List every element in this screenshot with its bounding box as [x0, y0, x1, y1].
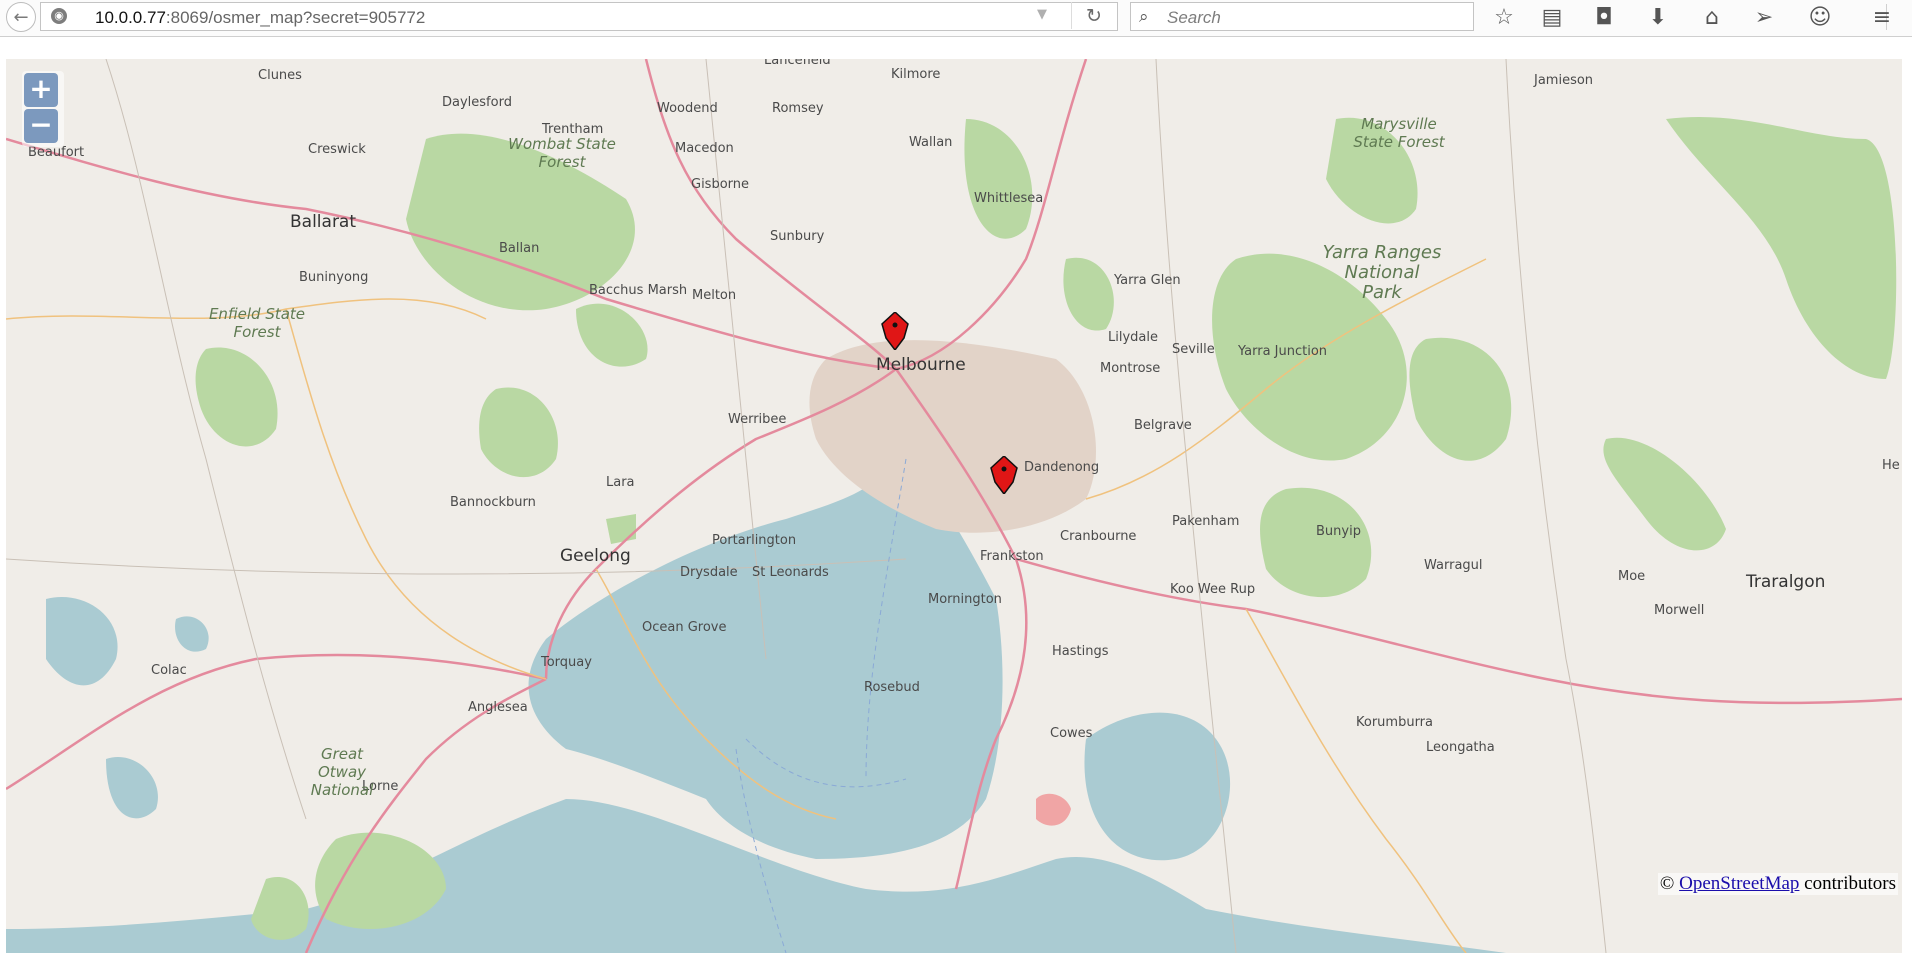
reload-icon[interactable]: ↻: [1071, 2, 1116, 29]
url-bar[interactable]: ◉ 10.0.0.77:8069/osmer_map?secret=905772…: [40, 2, 1118, 31]
town-label: Daylesford: [442, 95, 512, 110]
town-label: Seville: [1172, 342, 1215, 357]
forest-label: Great Otway National: [310, 745, 374, 799]
town-label: Torquay: [541, 655, 592, 670]
town-label: Woodend: [657, 101, 718, 116]
town-label: Ocean Grove: [642, 620, 727, 635]
url-text[interactable]: 10.0.0.77:8069/osmer_map?secret=905772: [95, 8, 425, 28]
search-icon: ⌕: [1139, 7, 1149, 27]
town-label: Cowes: [1050, 726, 1093, 741]
town-label: Warragul: [1424, 558, 1483, 573]
town-label: Gisborne: [691, 177, 750, 192]
water-lakes: [46, 597, 209, 819]
town-label: Morwell: [1654, 603, 1705, 618]
chat-icon[interactable]: ☺: [1802, 2, 1838, 32]
map-attribution: © OpenStreetMap contributors: [1657, 873, 1898, 895]
town-label: Romsey: [772, 101, 824, 116]
search-bar[interactable]: ⌕ Search: [1130, 2, 1474, 31]
home-icon[interactable]: ⌂: [1694, 2, 1730, 32]
town-label: Whittlesea: [974, 191, 1044, 206]
city-label-ballarat: Ballarat: [290, 212, 357, 232]
reading-list-icon[interactable]: ▤: [1534, 2, 1570, 32]
town-label: Cranbourne: [1060, 529, 1137, 544]
browser-toolbar: ← ◉ 10.0.0.77:8069/osmer_map?secret=9057…: [0, 0, 1912, 37]
back-button[interactable]: ←: [6, 2, 36, 32]
town-label: Hastings: [1052, 644, 1109, 659]
town-label: Rosebud: [864, 680, 920, 695]
town-label: Belgrave: [1134, 418, 1192, 433]
forest-label: Marysville State Forest: [1353, 115, 1445, 151]
town-label: Bunyip: [1316, 524, 1361, 539]
phillip-island-dot: [1036, 793, 1071, 826]
forest-label: Wombat State Forest: [508, 135, 616, 171]
forest-label: Enfield State Forest: [208, 305, 306, 341]
town-label: Bacchus Marsh: [589, 283, 688, 298]
location-marker[interactable]: [880, 312, 910, 350]
zoom-in-button[interactable]: +: [24, 73, 58, 107]
park-label: Yarra Ranges National Park: [1322, 242, 1442, 303]
town-label: Pakenham: [1172, 514, 1240, 529]
zoom-control: + −: [22, 71, 64, 147]
water-westernport: [1084, 712, 1231, 861]
town-label: Lancefield: [764, 59, 831, 68]
attribution-suffix: contributors: [1804, 873, 1896, 894]
city-label-traralgon: Traralgon: [1746, 572, 1826, 592]
town-label: Moe: [1618, 569, 1646, 584]
zoom-out-button[interactable]: −: [24, 109, 58, 143]
town-label: Yarra Junction: [1238, 344, 1328, 359]
town-label: St Leonards: [752, 565, 829, 580]
town-label: Korumburra: [1356, 715, 1433, 730]
town-label: Werribee: [728, 412, 787, 427]
town-label: Yarra Glen: [1114, 273, 1181, 288]
town-label: Lara: [606, 475, 635, 490]
map[interactable]: Lancefield Kilmore Jamieson Clunes Dayle…: [6, 59, 1902, 953]
town-label: Creswick: [308, 142, 366, 157]
url-host: 10.0.0.77: [95, 8, 166, 27]
town-label: Drysdale: [680, 565, 738, 580]
town-label: Macedon: [675, 141, 734, 156]
town-label: Buninyong: [299, 270, 369, 285]
downloads-icon[interactable]: ⬇: [1640, 2, 1676, 32]
site-info-icon[interactable]: ◉: [51, 8, 67, 24]
location-marker[interactable]: [989, 456, 1019, 494]
town-label: Ballan: [499, 241, 540, 256]
town-label: Bannockburn: [450, 495, 536, 510]
town-label: He: [1882, 458, 1900, 473]
town-label: Kilmore: [891, 67, 941, 82]
city-label-melbourne: Melbourne: [876, 355, 966, 375]
bookmark-star-icon[interactable]: ☆: [1486, 2, 1522, 32]
town-label: Jamieson: [1534, 73, 1594, 88]
town-label: Portarlington: [712, 533, 797, 548]
city-label-geelong: Geelong: [560, 546, 631, 566]
town-label: Dandenong: [1024, 460, 1100, 475]
town-label: Leongatha: [1426, 740, 1495, 755]
town-label: Melton: [692, 288, 737, 303]
url-path: :8069/osmer_map?secret=905772: [165, 8, 426, 27]
town-label: Wallan: [909, 135, 953, 150]
town-label: Koo Wee Rup: [1170, 582, 1256, 597]
town-label: Colac: [151, 663, 187, 678]
town-label: Mornington: [928, 592, 1002, 607]
share-icon[interactable]: ➢: [1746, 2, 1782, 32]
town-label: Montrose: [1100, 361, 1161, 376]
search-placeholder: Search: [1167, 8, 1221, 27]
town-label: Sunbury: [770, 229, 825, 244]
menu-icon[interactable]: ≡: [1864, 2, 1900, 32]
town-label: Clunes: [258, 68, 302, 83]
osm-link[interactable]: OpenStreetMap: [1679, 873, 1799, 894]
url-history-dropdown-icon[interactable]: ▼: [1037, 7, 1047, 22]
back-arrow-icon: ←: [13, 6, 29, 28]
copyright-symbol: ©: [1659, 873, 1675, 894]
town-label: Frankston: [980, 549, 1044, 564]
town-label: Anglesea: [468, 700, 528, 715]
map-basemap: [6, 59, 1902, 953]
town-label: Beaufort: [28, 145, 85, 160]
town-label: Lilydale: [1108, 330, 1158, 345]
pocket-icon[interactable]: ◘: [1586, 2, 1622, 32]
